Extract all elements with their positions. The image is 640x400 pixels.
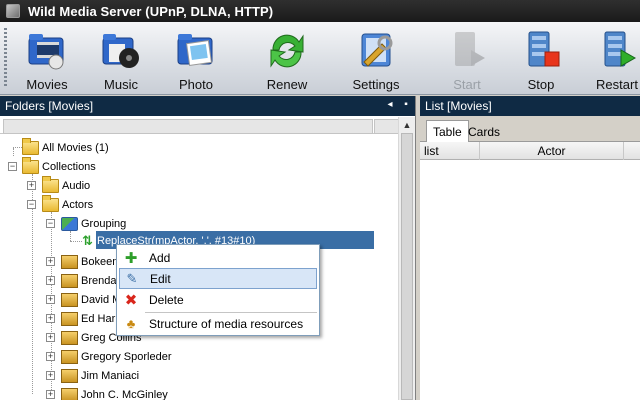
tree-guide-line [70, 241, 82, 242]
expand-toggle[interactable]: + [46, 257, 55, 266]
menu-item-structure[interactable]: ♣ Structure of media resources [119, 313, 317, 334]
collapse-left-icon[interactable]: ◂ [385, 99, 395, 111]
expand-toggle[interactable]: + [27, 181, 36, 190]
folder-icon [22, 137, 39, 155]
tree-filter-bar [0, 116, 415, 134]
menu-item-delete[interactable]: ✖ Delete [119, 289, 317, 310]
folders-panel-header: Folders [Movies] ◂ ▪ [0, 96, 415, 116]
tree-node-collections[interactable]: Collections [22, 156, 96, 176]
add-plus-icon: ✚ [124, 249, 138, 267]
folders-panel-title: Folders [Movies] [5, 99, 94, 113]
toolbar-grip[interactable] [4, 28, 7, 88]
tree-node-actor[interactable]: John C. McGinley [61, 385, 168, 400]
photo-folder-icon [177, 34, 213, 66]
scroll-up-icon[interactable]: ▲ [399, 117, 415, 133]
tree-column-header-extra [374, 119, 399, 134]
structure-tree-icon: ♣ [126, 316, 136, 331]
column-header-list[interactable]: list [420, 142, 480, 160]
tree-node-all-movies[interactable]: All Movies (1) [22, 137, 109, 157]
tree-node-actor[interactable]: Jim Maniaci [61, 366, 139, 385]
tree-node-audio[interactable]: Audio [42, 175, 90, 195]
collection-folder-icon [42, 194, 59, 212]
expand-toggle[interactable]: + [46, 295, 55, 304]
tree-node-actors[interactable]: Actors [42, 194, 93, 214]
folder-icon [22, 156, 39, 174]
list-grid-header: list Actor [420, 142, 640, 160]
expand-toggle[interactable]: + [46, 352, 55, 361]
collapse-toggle[interactable]: − [27, 200, 36, 209]
column-header-actor[interactable]: Actor [480, 142, 624, 160]
music-folder-icon [102, 34, 139, 68]
restart-server-icon [604, 31, 637, 67]
app-icon [6, 4, 20, 18]
settings-wrench-icon [361, 33, 393, 67]
restart-button[interactable]: Restart [584, 24, 640, 94]
context-menu: ✚ Add ✎ Edit ✖ Delete ♣ Structure of med… [116, 244, 320, 336]
box-icon [61, 330, 78, 345]
box-icon [61, 292, 78, 307]
photo-button[interactable]: Photo [163, 24, 229, 94]
list-panel-header: List [Movies] [420, 96, 640, 116]
start-button[interactable]: Start [434, 24, 500, 94]
expand-toggle[interactable]: + [46, 371, 55, 380]
tree-node-actor[interactable]: Gregory Sporleder [61, 347, 172, 366]
box-icon [61, 387, 78, 400]
movies-folder-icon [28, 34, 64, 70]
expand-toggle[interactable]: + [46, 276, 55, 285]
stop-button[interactable]: Stop [508, 24, 574, 94]
list-panel-title: List [Movies] [425, 99, 492, 113]
music-button[interactable]: Music [88, 24, 154, 94]
expand-toggle[interactable]: + [46, 314, 55, 323]
tab-cards[interactable]: Cards [462, 122, 506, 142]
sort-arrows-icon: ⇅ [82, 232, 93, 248]
box-icon [61, 273, 78, 288]
tree-guide-line [13, 148, 14, 156]
window-title: Wild Media Server (UPnP, DLNA, HTTP) [28, 3, 274, 19]
box-icon [61, 254, 78, 269]
settings-button[interactable]: Settings [343, 24, 409, 94]
expand-toggle[interactable]: + [46, 333, 55, 342]
delete-x-icon: ✖ [124, 291, 138, 309]
movies-button[interactable]: Movies [14, 24, 80, 94]
menu-item-add[interactable]: ✚ Add [119, 247, 317, 268]
stop-server-icon [528, 31, 560, 67]
collapse-toggle[interactable]: − [8, 162, 17, 171]
collection-folder-icon [42, 175, 59, 193]
scrollbar-thumb[interactable] [401, 133, 413, 400]
box-icon [61, 368, 78, 383]
tree-guide-line [13, 147, 22, 148]
menu-item-edit[interactable]: ✎ Edit [119, 268, 317, 289]
start-server-icon [455, 32, 485, 66]
tree-vertical-scrollbar[interactable]: ▲ [398, 117, 415, 400]
renew-button[interactable]: Renew [254, 24, 320, 94]
grouping-icon [61, 216, 78, 231]
box-icon [61, 349, 78, 364]
list-tabs: Table Cards [420, 116, 640, 142]
collapse-toggle[interactable]: − [46, 219, 55, 228]
list-panel: List [Movies] Table Cards list Actor [420, 96, 640, 400]
edit-icon: ✎ [126, 270, 138, 286]
tree-column-header [3, 119, 373, 134]
pin-icon[interactable]: ▪ [401, 99, 411, 111]
title-bar: Wild Media Server (UPnP, DLNA, HTTP) [0, 0, 640, 22]
expand-toggle[interactable]: + [46, 390, 55, 399]
renew-arrows-icon [270, 34, 304, 68]
main-toolbar: Movies Music Photo Renew Settings Start … [0, 22, 640, 95]
box-icon [61, 311, 78, 326]
